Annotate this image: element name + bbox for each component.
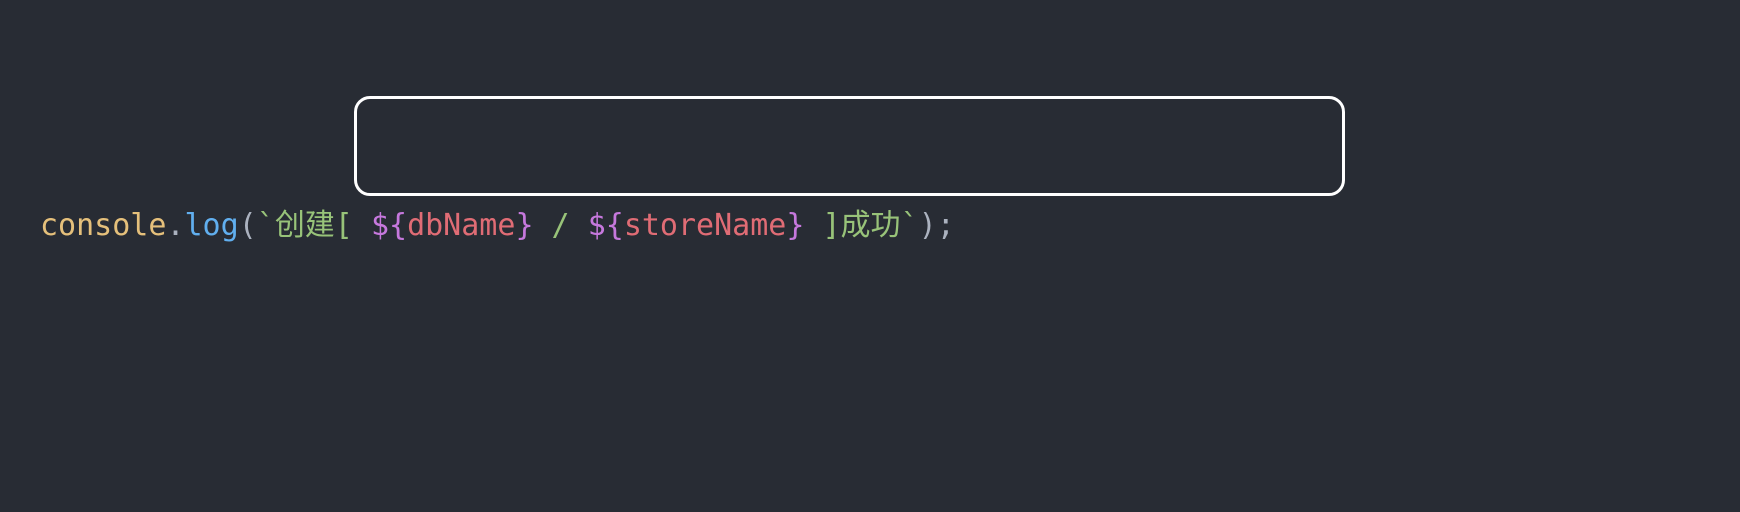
token-string: /: [534, 208, 588, 243]
token-string: ]成功: [804, 208, 900, 243]
highlight-annotation-box: [354, 96, 1345, 196]
token-string: 创建[: [275, 208, 371, 243]
token-dot: .: [166, 208, 184, 243]
code-line[interactable]: console.log(`创建[ ${dbName} / ${storeName…: [40, 202, 1740, 250]
token-interp-open: ${: [588, 208, 624, 243]
token-object: console: [40, 208, 166, 243]
token-interp-close: }: [786, 208, 804, 243]
token-variable: storeName: [624, 208, 787, 243]
code-editor[interactable]: console.log(`创建[ ${dbName} / ${storeName…: [0, 0, 1740, 512]
token-backtick: `: [257, 208, 275, 243]
token-semicolon: ;: [937, 208, 955, 243]
token-variable: dbName: [407, 208, 515, 243]
token-interp-open: ${: [371, 208, 407, 243]
token-method: log: [185, 208, 239, 243]
token-backtick: `: [901, 208, 919, 243]
code-line-blank[interactable]: [40, 442, 1740, 490]
token-paren-open: (: [239, 208, 257, 243]
token-interp-close: }: [515, 208, 533, 243]
token-paren-close: ): [919, 208, 937, 243]
